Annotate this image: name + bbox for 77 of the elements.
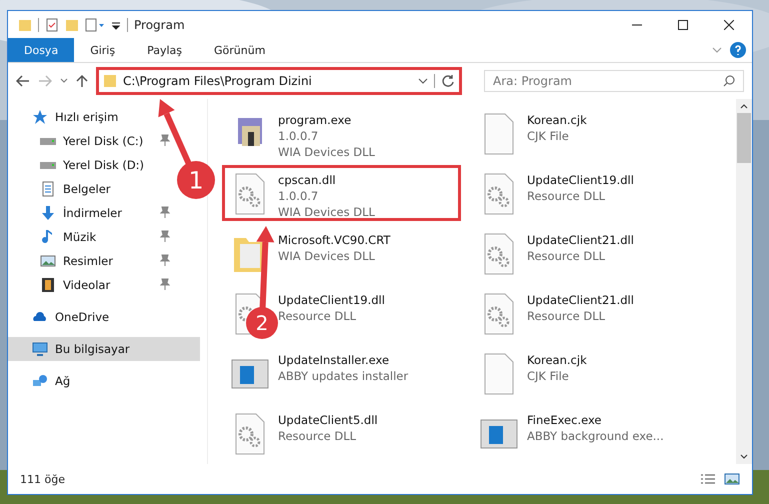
sidebar-item[interactable]: Bu bilgisayar xyxy=(8,337,200,361)
address-bar[interactable]: C:\Program Files\Program Dizini xyxy=(96,67,462,95)
drive-icon xyxy=(40,162,56,168)
file-detail: Resource DLL xyxy=(527,308,606,324)
details-view-icon[interactable] xyxy=(700,473,716,485)
file-detail: 1.0.0.7 xyxy=(278,188,320,204)
sidebar-item[interactable]: Yerel Disk (D:) xyxy=(8,153,172,177)
tiles-view-icon[interactable] xyxy=(724,473,740,485)
search-icon xyxy=(723,75,735,87)
drive-icon xyxy=(40,138,56,144)
file-name[interactable]: UpdateClient19.dll xyxy=(527,172,634,188)
scroll-thumb[interactable] xyxy=(737,113,751,163)
chevron-down-icon[interactable] xyxy=(60,78,68,84)
folder-icon xyxy=(18,18,32,32)
sidebar-item[interactable]: İndirmeler xyxy=(8,201,172,225)
sidebar-item[interactable]: Resimler xyxy=(8,249,172,273)
search-field[interactable]: Ara: Program xyxy=(484,70,744,92)
chevron-down-icon xyxy=(740,454,748,460)
ribbon-tab[interactable]: Giriş xyxy=(74,38,132,62)
film-icon xyxy=(40,277,56,293)
file-detail: CJK File xyxy=(527,128,570,144)
file-detail: WIA Devices DLL xyxy=(278,204,375,220)
file-name[interactable]: UpdateClient5.dll xyxy=(278,412,378,428)
refresh-icon[interactable] xyxy=(441,74,455,88)
selected-file-item[interactable]: cpscan.dll 1.0.0.7 WIA Devices DLL xyxy=(222,165,461,221)
number-badge: 2 xyxy=(246,307,278,339)
ribbon-tab[interactable]: Dosya xyxy=(8,38,74,62)
file-name[interactable]: program.exe xyxy=(278,112,375,128)
sidebar-item[interactable]: Hızlı erişim xyxy=(8,105,172,129)
file-detail: 1.0.0.7 xyxy=(278,128,320,144)
up-arrow-icon[interactable] xyxy=(76,74,88,88)
sidebar-item[interactable]: Ağ xyxy=(8,369,172,393)
address-path: C:\Program Files\Program Dizini xyxy=(123,74,313,88)
file-detail: WIA Devices DLL xyxy=(278,248,376,264)
ribbon-tab[interactable]: Görünüm xyxy=(198,38,282,62)
folder-icon xyxy=(103,74,117,88)
checklist-icon[interactable] xyxy=(45,18,59,32)
chevron-up-icon xyxy=(740,103,748,109)
back-icon[interactable] xyxy=(16,75,30,87)
file-name[interactable]: FineExec.exe xyxy=(527,412,664,428)
sidebar-item[interactable]: Belgeler xyxy=(8,177,172,201)
item-count: 111 öğe xyxy=(20,472,65,486)
file-detail: Resource DLL xyxy=(527,248,606,264)
download-icon xyxy=(40,205,56,221)
file-detail: ABBY updates installer xyxy=(278,368,408,384)
file-detail: Resource DLL xyxy=(278,428,358,444)
monitor-icon xyxy=(32,341,48,357)
file-name[interactable]: cpscan.dll xyxy=(278,172,375,188)
file-name[interactable]: UpdateInstaller.exe xyxy=(278,352,408,368)
file-detail: Resource DLL xyxy=(278,308,358,324)
file-name[interactable]: Korean.cjk xyxy=(527,112,587,128)
ribbon-tab[interactable]: Paylaş xyxy=(131,38,198,62)
sidebar-item[interactable]: OneDrive xyxy=(8,305,172,329)
file-detail: WIA Devices DLL xyxy=(278,144,375,160)
file-name[interactable]: UpdateClient19.dll xyxy=(278,292,385,308)
sidebar-item[interactable]: Müzik xyxy=(8,225,172,249)
file-name[interactable]: Microsoft.VC90.CRT xyxy=(278,232,390,248)
file-name[interactable]: Korean.cjk xyxy=(527,352,587,368)
document-icon xyxy=(40,181,56,197)
sidebar-item[interactable]: Yerel Disk (C:) xyxy=(8,129,172,153)
star-icon xyxy=(32,109,48,125)
file-detail: ABBY background exe... xyxy=(527,428,664,444)
help-icon[interactable] xyxy=(730,42,746,58)
file-name[interactable]: UpdateClient21.dll xyxy=(527,292,634,308)
scrollbar[interactable] xyxy=(736,99,752,464)
image-icon xyxy=(40,253,56,269)
file-detail: CJK File xyxy=(527,368,570,384)
network-icon xyxy=(32,373,48,389)
maximize-icon xyxy=(678,20,688,30)
number-badge: 1 xyxy=(177,161,215,199)
close-icon xyxy=(724,20,734,30)
properties-icon[interactable] xyxy=(85,18,105,32)
chevron-down-icon[interactable] xyxy=(418,78,428,84)
window-title: Program xyxy=(134,18,185,32)
sidebar-item[interactable]: Videolar xyxy=(8,273,172,297)
file-name[interactable]: UpdateClient21.dll xyxy=(527,232,634,248)
file-detail: Resource DLL xyxy=(527,188,606,204)
